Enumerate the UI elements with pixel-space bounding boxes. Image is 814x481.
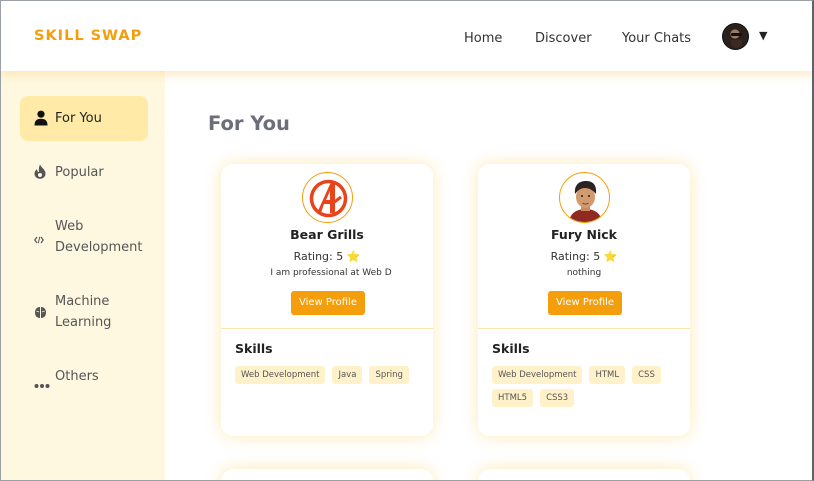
skill-tag: HTML5 xyxy=(492,389,534,407)
sidebar-item-machine-learning[interactable]: Machine Learning xyxy=(20,289,160,337)
view-profile-button[interactable]: View Profile xyxy=(291,291,365,315)
sidebar-item-for-you[interactable]: For You xyxy=(20,96,148,141)
chevron-down-icon[interactable]: ▼ xyxy=(759,29,767,42)
user-avatar[interactable] xyxy=(722,23,749,50)
skill-tag: Web Development xyxy=(235,366,326,384)
card-divider xyxy=(221,328,433,329)
code-icon xyxy=(34,233,44,248)
sidebar-item-label: Machine Learning xyxy=(55,294,112,330)
sidebar-item-others[interactable]: Others xyxy=(20,364,148,404)
skill-tag: Spring xyxy=(369,366,409,384)
fire-icon xyxy=(34,164,46,183)
profile-card: Bear Grills Rating: 5 ⭐ I am professiona… xyxy=(221,164,433,436)
skill-tags: Web Development HTML CSS HTML5 CSS3 xyxy=(492,366,682,407)
skills-heading: Skills xyxy=(235,341,273,356)
skill-tag: CSS xyxy=(632,366,661,384)
top-navbar: SKILL SWAP Home Discover Your Chats ▼ xyxy=(1,1,812,71)
profile-card-partial xyxy=(478,469,690,480)
sidebar-item-label: Others xyxy=(55,369,99,384)
user-icon xyxy=(34,110,48,130)
card-rating: Rating: 5 ⭐ xyxy=(293,250,361,263)
page-title: For You xyxy=(208,112,290,135)
brain-icon xyxy=(34,306,47,323)
sidebar-item-label: Popular xyxy=(55,165,104,180)
card-bio: I am professional at Web D xyxy=(270,268,392,278)
skill-tag: CSS3 xyxy=(540,389,575,407)
card-divider xyxy=(478,328,690,329)
nav-discover-link[interactable]: Discover xyxy=(535,31,592,46)
nav-your-chats-link[interactable]: Your Chats xyxy=(622,31,691,46)
skill-tags: Web Development Java Spring xyxy=(235,366,425,384)
main-content: For You Bear Grills Rating: 5 ⭐ I am pro… xyxy=(168,71,812,480)
avatar-eyes-decoration xyxy=(731,33,742,36)
avatar-beard-decoration xyxy=(731,40,742,48)
nav-home-link[interactable]: Home xyxy=(464,31,502,46)
card-rating: Rating: 5 ⭐ xyxy=(550,250,618,263)
ellipsis-icon xyxy=(34,378,50,393)
app-window: SKILL SWAP Home Discover Your Chats ▼ Fo… xyxy=(0,0,814,481)
avengers-logo-icon xyxy=(302,172,353,223)
skill-tag: Java xyxy=(332,366,363,384)
card-name: Bear Grills xyxy=(290,227,364,242)
sidebar-item-label: For You xyxy=(55,111,102,126)
view-profile-button[interactable]: View Profile xyxy=(548,291,622,315)
brand-logo[interactable]: SKILL SWAP xyxy=(34,28,142,44)
skill-tag: Web Development xyxy=(492,366,583,384)
card-bio: nothing xyxy=(566,268,602,278)
skills-heading: Skills xyxy=(492,341,530,356)
sidebar-item-label: Web Development xyxy=(55,219,143,255)
profile-card: Fury Nick Rating: 5 ⭐ nothing View Profi… xyxy=(478,164,690,436)
sidebar-item-web-development[interactable]: Web Development xyxy=(20,214,160,262)
sidebar: For You Popular Web Development Machine … xyxy=(1,71,165,480)
card-name: Fury Nick xyxy=(551,227,617,242)
skill-tag: HTML xyxy=(589,366,626,384)
cartoon-man-avatar xyxy=(559,172,610,223)
profile-card-partial xyxy=(221,469,433,480)
sidebar-item-popular[interactable]: Popular xyxy=(20,151,148,191)
